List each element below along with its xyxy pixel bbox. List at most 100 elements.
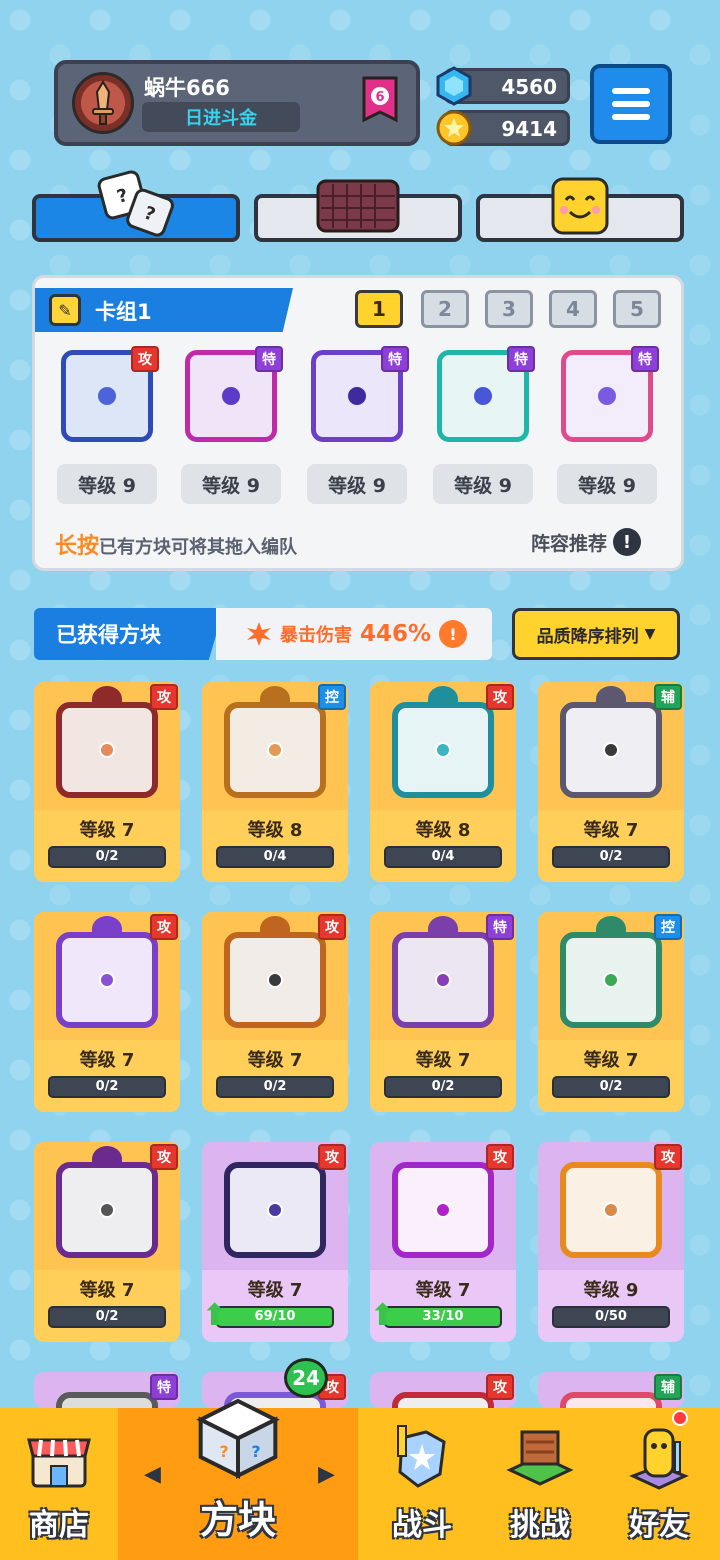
block-art	[56, 1162, 158, 1258]
block-card[interactable]: 攻等级 7 33/10 ⬆	[370, 1142, 516, 1342]
nav-friends[interactable]: 好友	[598, 1408, 720, 1560]
tab-dice-mode[interactable]: ? ?	[32, 170, 240, 242]
deck-slot-3[interactable]: 3	[485, 290, 533, 328]
block-card[interactable]: 攻等级 7 0/2	[34, 1142, 180, 1342]
player-profile-panel[interactable]: 蜗牛666 日进斗金 6	[54, 60, 420, 146]
block-level: 等级 7	[583, 820, 639, 841]
crit-damage-panel[interactable]: 暴击伤害 446% !	[216, 608, 492, 660]
block-card[interactable]: 攻等级 8 0/4	[370, 682, 516, 882]
menu-button[interactable]	[590, 64, 672, 144]
block-type-tag: 特	[486, 914, 514, 940]
pip-icon	[435, 742, 451, 758]
gem-counter[interactable]: 4560	[436, 66, 570, 106]
coin-counter[interactable]: 9414	[436, 110, 570, 146]
block-progress-text: 0/2	[599, 849, 623, 864]
sort-dropdown[interactable]: 品质降序排列 ▼	[512, 608, 680, 660]
upgrade-arrow-icon[interactable]: ⬆	[202, 1298, 236, 1334]
block-type-tag: 辅	[654, 1374, 682, 1400]
card-type-tag: 攻	[131, 346, 159, 372]
deck-card[interactable]: 攻	[57, 346, 159, 446]
info-icon: !	[613, 528, 642, 556]
block-card[interactable]: 辅	[538, 1372, 684, 1408]
block-card[interactable]: 控等级 8 0/4	[202, 682, 348, 882]
card-type-tag: 特	[381, 346, 409, 372]
nav-battle-label: 战斗	[392, 1508, 452, 1543]
block-card[interactable]: 攻等级 7 69/10 ⬆	[202, 1142, 348, 1342]
blocks-cube-icon: ? ?	[196, 1398, 280, 1479]
block-art	[392, 1392, 494, 1408]
pip-icon	[99, 742, 115, 758]
drag-hint-text: 已有方块可将其拖入编队	[99, 537, 298, 558]
block-card[interactable]: 特等级 7 0/2	[370, 912, 516, 1112]
tab-board-mode[interactable]	[254, 179, 462, 242]
block-type-tag: 攻	[654, 1144, 682, 1170]
rank-badge[interactable]: 6	[360, 76, 400, 126]
pencil-icon: ✎	[58, 300, 72, 320]
deck-card[interactable]: 特	[181, 346, 283, 446]
deck-slot-4[interactable]: 4	[549, 290, 597, 328]
nav-shop-label: 商店	[29, 1508, 89, 1543]
upgrade-arrow-icon[interactable]: ⬆	[370, 1298, 404, 1334]
block-progress-bar: 0/2	[384, 1076, 502, 1098]
ribbon-badge-icon: 6	[362, 76, 398, 123]
player-name: 蜗牛666	[144, 76, 230, 100]
deck-card-level: 等级 9	[433, 464, 533, 504]
pip-icon	[435, 1202, 451, 1218]
deck-slot-1[interactable]: 1	[355, 290, 403, 328]
block-type-tag: 攻	[318, 1144, 346, 1170]
pip-icon	[603, 972, 619, 988]
deck-slot-2[interactable]: 2	[421, 290, 469, 328]
info-icon[interactable]: !	[439, 620, 468, 648]
block-type-tag: 攻	[486, 1144, 514, 1170]
block-art	[560, 1162, 662, 1258]
block-card[interactable]: 攻等级 7 0/2	[202, 912, 348, 1112]
block-progress-text: 0/2	[95, 1079, 119, 1094]
block-level: 等级 7	[79, 1280, 135, 1301]
block-progress-text: 0/4	[263, 849, 287, 864]
block-art	[224, 932, 326, 1028]
block-level: 等级 7	[79, 1050, 135, 1071]
chocolate-board-icon	[316, 179, 400, 233]
nav-shop[interactable]: 商店	[0, 1408, 118, 1560]
deck-card[interactable]: 特	[433, 346, 535, 446]
block-card[interactable]: 特	[34, 1372, 180, 1408]
rank-title: 日进斗金	[142, 102, 300, 132]
coin-icon	[436, 110, 472, 146]
nav-prev-arrow[interactable]: ◀	[144, 1462, 161, 1487]
pip-icon	[603, 742, 619, 758]
deck-card[interactable]: 特	[557, 346, 659, 446]
lineup-recommend-button[interactable]: 阵容推荐 !	[531, 528, 642, 556]
deck-slot-5[interactable]: 5	[613, 290, 661, 328]
block-card[interactable]: 控等级 7 0/2	[538, 912, 684, 1112]
nav-challenge[interactable]: 挑战	[482, 1408, 598, 1560]
block-progress-bar: 0/2	[48, 846, 166, 868]
pip-icon	[603, 1202, 619, 1218]
block-card[interactable]: 攻	[370, 1372, 516, 1408]
deck-card-level: 等级 9	[307, 464, 407, 504]
block-card[interactable]: 攻等级 7 0/2	[34, 912, 180, 1112]
deck-card-level: 等级 9	[181, 464, 281, 504]
nav-battle[interactable]: 战斗	[362, 1408, 482, 1560]
sword-icon	[92, 80, 114, 125]
block-art	[560, 1392, 662, 1408]
drag-hint: 长按已有方块可将其拖入编队	[55, 528, 297, 560]
tab-smile-mode[interactable]	[476, 177, 684, 242]
player-avatar[interactable]	[72, 72, 134, 134]
block-progress-text: 0/2	[263, 1079, 287, 1094]
block-progress-bar: 0/2	[552, 846, 670, 868]
block-card[interactable]: 攻等级 7 0/2	[34, 682, 180, 882]
obtained-blocks-title: 已获得方块	[34, 608, 224, 660]
burst-icon	[247, 622, 271, 646]
nav-next-arrow[interactable]: ▶	[318, 1462, 335, 1487]
edit-deck-button[interactable]: ✎	[49, 294, 81, 326]
block-type-tag: 攻	[150, 914, 178, 940]
block-card[interactable]: 攻等级 9 0/50	[538, 1142, 684, 1342]
deck-card[interactable]: 特	[307, 346, 409, 446]
block-card[interactable]: 辅等级 7 0/2	[538, 682, 684, 882]
gem-count: 4560	[501, 75, 557, 99]
card-type-tag: 特	[507, 346, 535, 372]
dice-icon: ? ?	[97, 170, 174, 237]
block-level: 等级 8	[247, 820, 303, 841]
card-type-tag: 特	[631, 346, 659, 372]
block-level: 等级 7	[247, 1050, 303, 1071]
